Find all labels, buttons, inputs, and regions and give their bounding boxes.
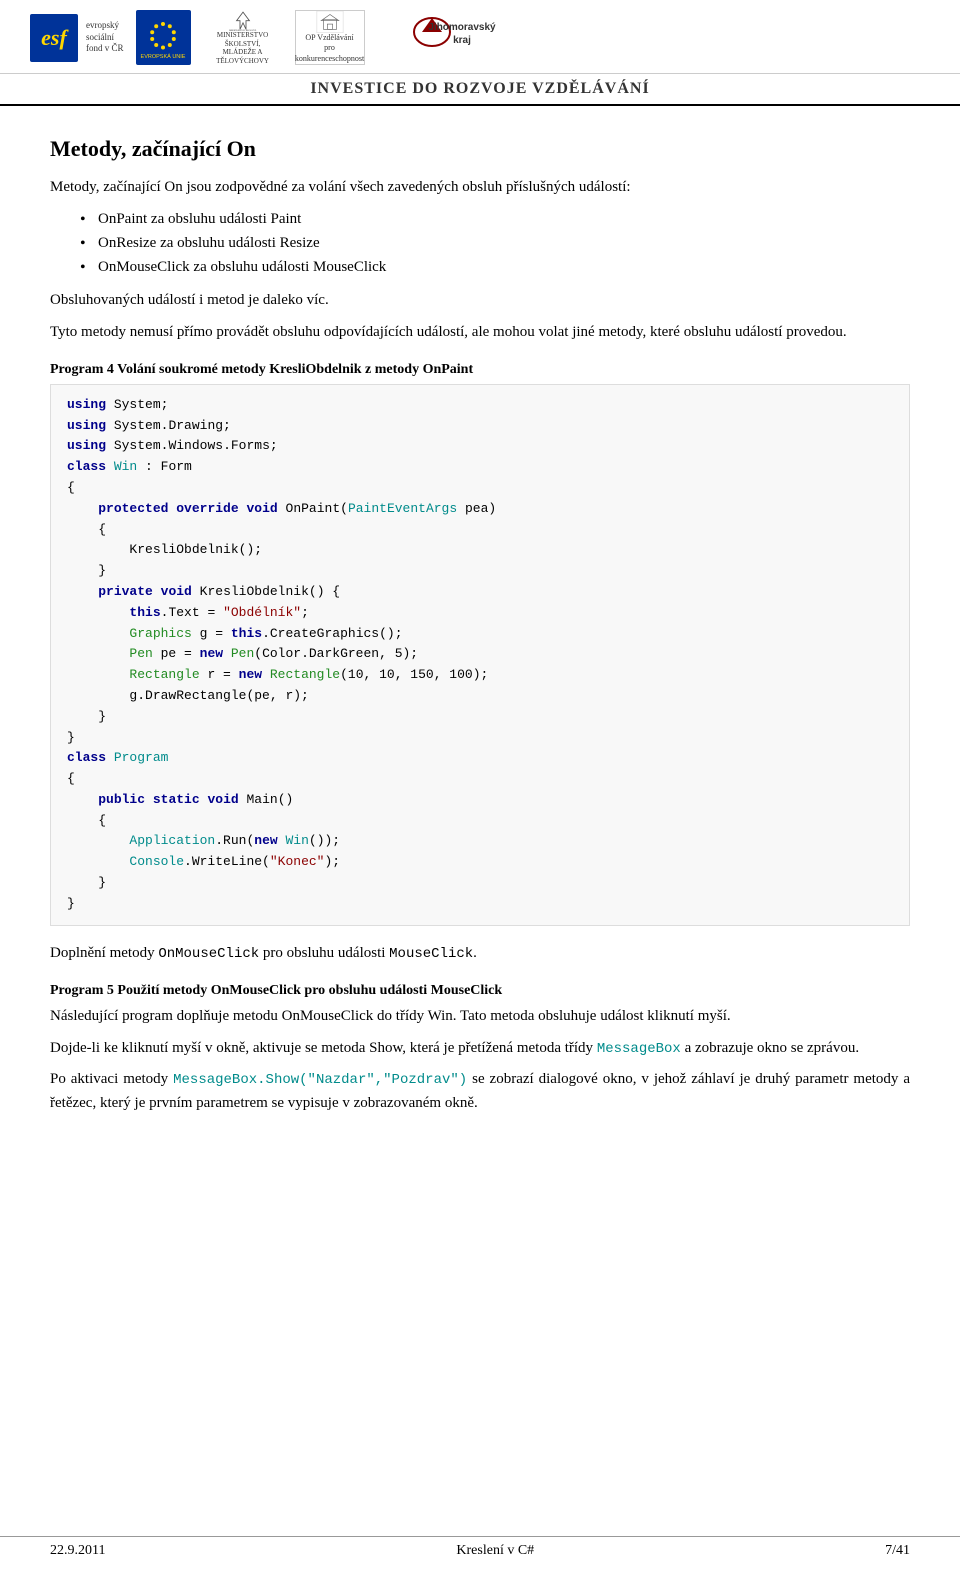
esf-icon: esf [30, 14, 78, 62]
po-aktivaci-text1: Po aktivaci metody [50, 1071, 173, 1087]
svg-text:EVROPSKÁ UNIE: EVROPSKÁ UNIE [141, 53, 186, 60]
po-aktivaci-para: Po aktivaci metody MessageBox.Show("Nazd… [50, 1068, 910, 1115]
list-item: OnResize za obsluhu události Resize [80, 231, 910, 255]
msmt-text: MINISTERSTVO ŠKOLSTVÍ,MLÁDEŽE A TĚLOVÝCH… [203, 31, 283, 65]
program5-label: Program 5 Použití metody OnMouseClick pr… [50, 983, 910, 999]
dojde-text2: a zobrazuje okno se zprávou. [681, 1040, 859, 1056]
doplneni-para: Doplnění metody OnMouseClick pro obsluhu… [50, 942, 910, 966]
op-text: OP Vzdělávánípro konkurenceschopnost [295, 33, 364, 64]
bullet-list: OnPaint za obsluhu události Paint OnResi… [80, 207, 910, 279]
msmt-logo: MINISTERSTVO ŠKOLSTVÍ, MINISTERSTVO ŠKOL… [203, 10, 283, 65]
header-logos: esf evropskýsociálnífond v ČR [30, 10, 517, 65]
footer-page: 7/41 [885, 1543, 910, 1559]
svg-text:Jihomoravský: Jihomoravský [428, 22, 496, 33]
svg-text:kraj: kraj [453, 35, 471, 46]
para2: Tyto metody nemusí přímo provádět obsluh… [50, 321, 910, 344]
dojde-text1: Dojde-li ke kliknutí myší v okně, aktivu… [50, 1040, 597, 1056]
dojde-code: MessageBox [597, 1041, 681, 1057]
para1: Obsluhovaných událostí i metod je daleko… [50, 289, 910, 312]
nasledujici-para: Následující program doplňuje metodu OnMo… [50, 1005, 910, 1028]
code-block-4: using System; using System.Drawing; usin… [50, 384, 910, 926]
doplneni-text1: Doplnění metody [50, 945, 158, 961]
op-logo: OP Vzdělávánípro konkurenceschopnost [295, 10, 365, 65]
esf-text: evropskýsociálnífond v ČR [86, 20, 124, 55]
dojde-para: Dojde-li ke kliknutí myší v okně, aktivu… [50, 1037, 910, 1061]
esf-logo: esf evropskýsociálnífond v ČR [30, 14, 124, 62]
po-aktivaci-code: MessageBox.Show("Nazdar","Pozdrav") [173, 1072, 467, 1088]
footer-title: Kreslení v C# [456, 1543, 534, 1559]
list-item: OnMouseClick za obsluhu události MouseCl… [80, 255, 910, 279]
doplneni-text2: pro obsluhu události [259, 945, 389, 961]
jmk-logo: Jihomoravský kraj [377, 10, 517, 65]
page-title: Metody, začínající On [50, 136, 910, 162]
doplneni-code2: MouseClick [389, 946, 473, 962]
program4-label: Program 4 Volání soukromé metody KresliO… [50, 362, 910, 378]
header: esf evropskýsociálnífond v ČR [0, 0, 960, 74]
eu-logo: EVROPSKÁ UNIE [136, 10, 191, 65]
header-banner: INVESTICE DO ROZVOJE VZDĚLÁVÁNÍ [0, 74, 960, 106]
doplneni-code1: OnMouseClick [158, 946, 259, 962]
intro-paragraph: Metody, začínající On jsou zodpovědné za… [50, 176, 910, 199]
footer: 22.9.2011 Kreslení v C# 7/41 [0, 1536, 960, 1559]
main-content: Metody, začínající On Metody, začínající… [0, 106, 960, 1183]
list-item: OnPaint za obsluhu události Paint [80, 207, 910, 231]
footer-date: 22.9.2011 [50, 1543, 105, 1559]
